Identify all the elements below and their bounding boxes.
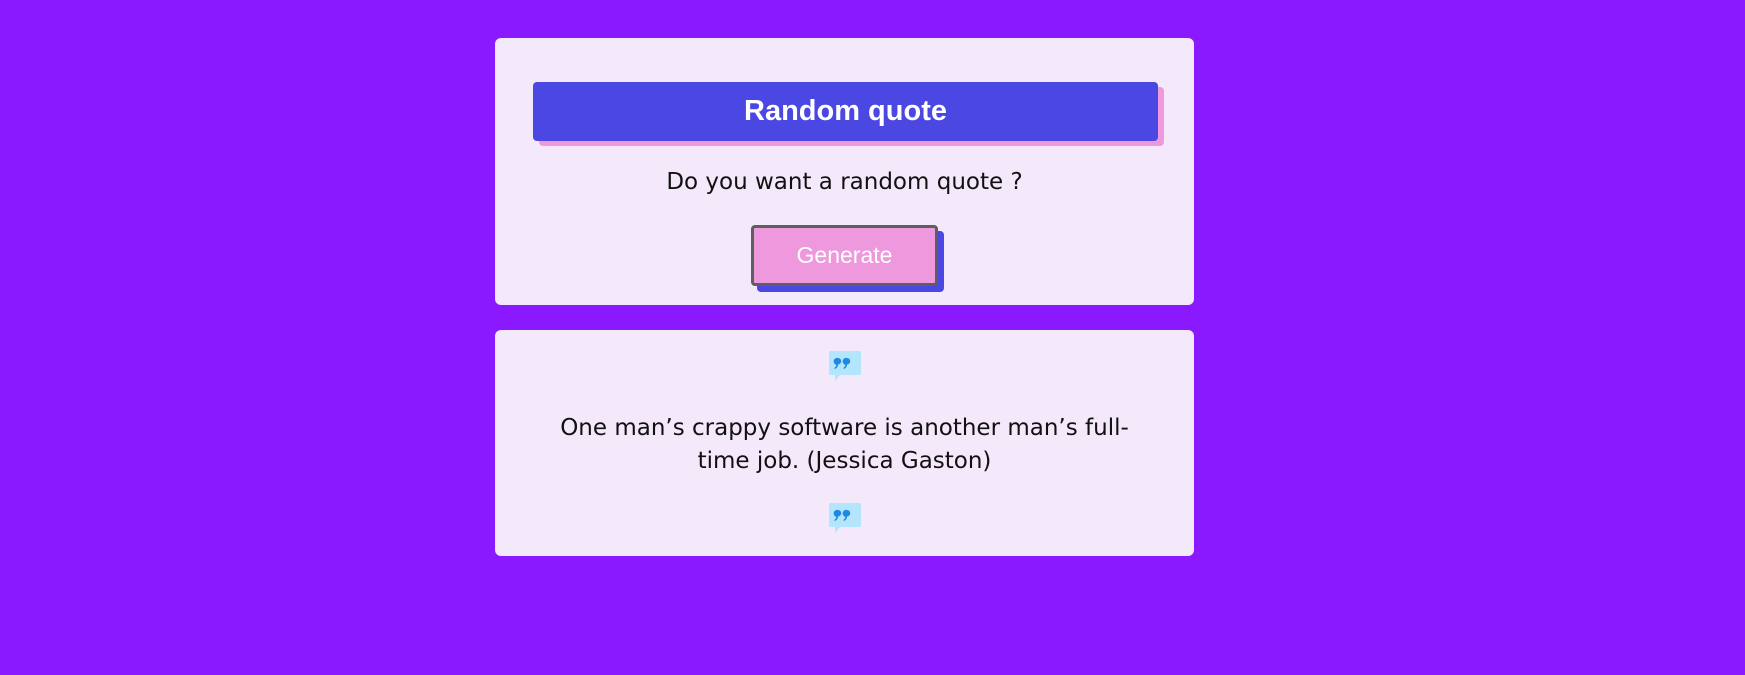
quote-bubble-icon (829, 351, 861, 381)
prompt-text: Do you want a random quote ? (666, 169, 1023, 195)
quote-card: One man’s crappy software is another man… (495, 330, 1194, 556)
generate-button-label: Generate (796, 242, 893, 268)
quote-bubble-icon (829, 503, 861, 533)
page-title: Random quote (744, 95, 947, 127)
generate-button[interactable]: Generate (751, 225, 938, 286)
quote-generator-card: Random quote Do you want a random quote … (495, 38, 1194, 305)
title-bar: Random quote (533, 82, 1158, 141)
quote-text: One man’s crappy software is another man… (560, 415, 1129, 474)
